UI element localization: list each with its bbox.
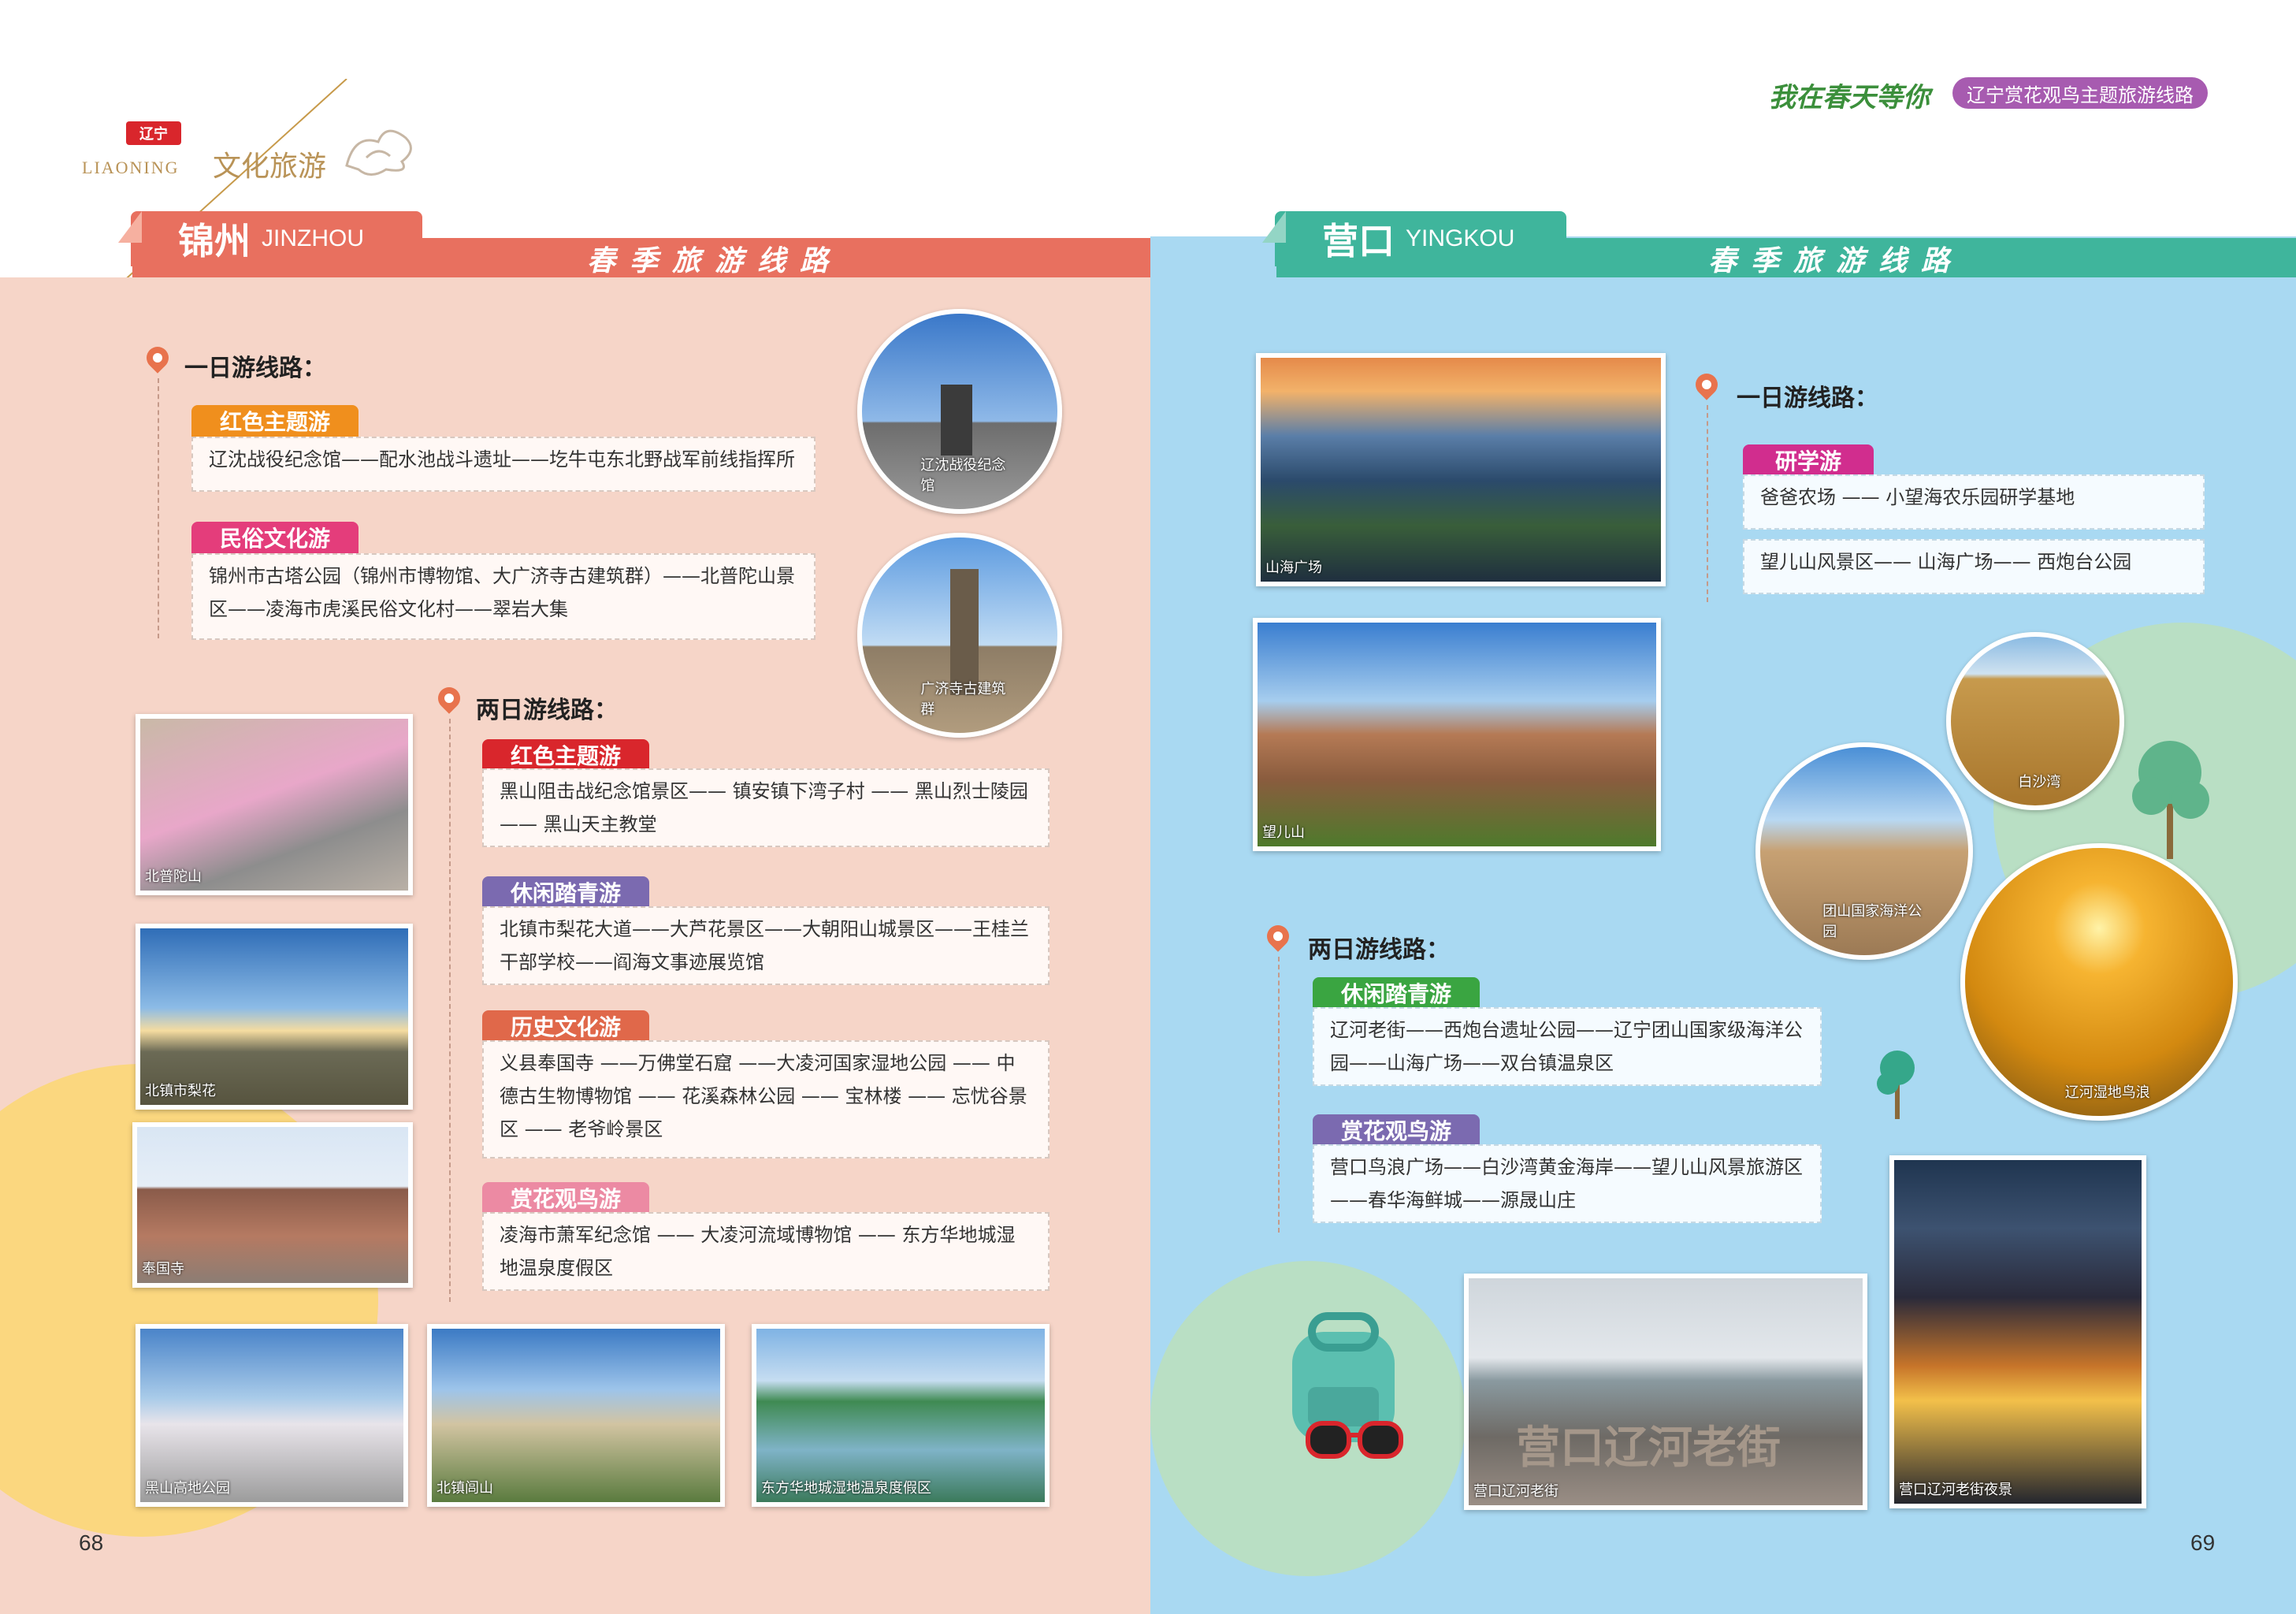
photo-wetland-resort: 东方华地城湿地温泉度假区 bbox=[752, 1324, 1050, 1507]
right-season-title: 春季旅游线路 bbox=[1708, 244, 1964, 277]
tree-icon-small bbox=[1877, 1051, 1915, 1119]
tree-icon bbox=[2132, 741, 2209, 859]
right-city-tab: 营口 YINGKOU bbox=[1275, 211, 1566, 266]
photo-beizhen-pear: 北镇市梨花 bbox=[136, 924, 413, 1110]
left-route-red-theme: 辽沈战役纪念馆——配水池战斗遗址——圪牛屯东北野战军前线指挥所 bbox=[191, 437, 815, 492]
right-page-number: 69 bbox=[2190, 1530, 2216, 1555]
photo-shanhai-square: 山海广场 bbox=[1256, 353, 1666, 586]
photo-heishan-park: 黑山高地公园 bbox=[136, 1324, 408, 1507]
photo-caption: 北镇闾山 bbox=[437, 1480, 493, 1497]
right-two-day-title: 两日游线路： bbox=[1308, 936, 1450, 964]
logo-text: 文化旅游 bbox=[213, 151, 327, 183]
left-route-history: 义县奉国寺 ——万佛堂石窟 ——大凌河国家湿地公园 —— 中德古生物博物馆 ——… bbox=[482, 1040, 1050, 1158]
street-sign: 营口辽河老街 bbox=[1516, 1422, 1781, 1474]
left-city-en: JINZHOU bbox=[262, 225, 364, 251]
photo-caption: 团山国家海洋公园 bbox=[1822, 903, 1923, 940]
photo-caption: 北普陀山 bbox=[145, 868, 202, 885]
left-tag-history: 历史文化游 bbox=[482, 1010, 649, 1042]
right-tag-flower-bird: 赏花观鸟游 bbox=[1313, 1114, 1480, 1146]
left-two-day-dashline bbox=[449, 719, 451, 1302]
left-route-red-theme-2: 黑山阻击战纪念馆景区—— 镇安镇下湾子村 —— 黑山烈士陵园 —— 黑山天主教堂 bbox=[482, 768, 1050, 847]
header-logo: 辽宁 LIAONING 文化旅游 bbox=[79, 79, 457, 308]
left-one-day-title: 一日游线路： bbox=[184, 355, 326, 382]
left-route-folk-culture: 锦州市古塔公园（锦州市博物馆、大广济寺古建筑群）——北普陀山景区——凌海市虎溪民… bbox=[191, 553, 815, 640]
right-tag-leisure: 休闲踏青游 bbox=[1313, 977, 1480, 1009]
left-one-day-dashline bbox=[158, 378, 159, 638]
left-two-day-title: 两日游线路： bbox=[476, 697, 618, 724]
photo-caption: 北镇市梨花 bbox=[145, 1083, 216, 1099]
left-city-cn: 锦州 bbox=[178, 220, 251, 262]
photo-fengguo-temple: 奉国寺 bbox=[132, 1122, 413, 1288]
photo-beizhen-lvshan: 北镇闾山 bbox=[427, 1324, 725, 1507]
photo-tuanshan-park: 团山国家海洋公园 bbox=[1755, 742, 1973, 960]
photo-caption: 山海广场 bbox=[1265, 560, 1322, 576]
right-route-study-1: 爸爸农场 —— 小望海农乐园研学基地 bbox=[1743, 474, 2205, 530]
left-tag-leisure: 休闲踏青游 bbox=[482, 876, 649, 908]
right-route-leisure: 辽河老街——西炮台遗址公园——辽宁团山国家级海洋公园——山海广场——双台镇温泉区 bbox=[1313, 1007, 1822, 1086]
photo-wanger-mountain: 望儿山 bbox=[1253, 618, 1661, 851]
photo-caption: 辽河湿地鸟浪 bbox=[2064, 1084, 2150, 1101]
photo-beiputuo: 北普陀山 bbox=[136, 714, 413, 895]
left-page-number: 68 bbox=[79, 1530, 104, 1555]
left-tag-red-theme-2: 红色主题游 bbox=[482, 739, 649, 771]
photo-caption: 辽沈战役纪念馆 bbox=[920, 457, 1006, 494]
photo-caption: 营口辽河老街 bbox=[1473, 1483, 1559, 1500]
right-route-flower-bird: 营口鸟浪广场——白沙湾黄金海岸——望儿山风景旅游区——春华海鲜城——源晟山庄 bbox=[1313, 1144, 1822, 1223]
left-city-tab: 锦州 JINZHOU bbox=[131, 211, 422, 266]
photo-caption: 东方华地城湿地温泉度假区 bbox=[761, 1480, 931, 1497]
left-tag-red-theme: 红色主题游 bbox=[191, 405, 359, 437]
photo-caption: 黑山高地公园 bbox=[145, 1480, 230, 1497]
cloud-icon bbox=[345, 129, 412, 176]
right-tag-study: 研学游 bbox=[1743, 444, 1874, 476]
right-one-day-dashline bbox=[1707, 405, 1708, 602]
right-one-day-title: 一日游线路： bbox=[1737, 385, 1878, 412]
left-tag-folk-culture: 民俗文化游 bbox=[191, 522, 359, 553]
photo-liaohe-birds: 辽河湿地鸟浪 bbox=[1960, 843, 2238, 1121]
photo-liaohe-old-street: 营口辽河老街 营口辽河老街 bbox=[1464, 1274, 1867, 1510]
logo-en: LIAONING bbox=[82, 158, 180, 177]
left-page-curl bbox=[118, 211, 142, 243]
photo-caption: 望儿山 bbox=[1262, 824, 1305, 841]
left-tag-flower-bird: 赏花观鸟游 bbox=[482, 1182, 649, 1214]
logo-seal: 辽宁 bbox=[126, 121, 181, 145]
sunglasses-icon bbox=[1306, 1421, 1403, 1459]
left-season-title: 春季旅游线路 bbox=[587, 244, 843, 277]
right-city-en: YINGKOU bbox=[1406, 225, 1515, 251]
left-route-leisure: 北镇市梨花大道——大芦花景区——大朝阳山城景区——王桂兰干部学校——阎海文事迹展… bbox=[482, 906, 1050, 985]
photo-baishawan: 白沙湾 bbox=[1946, 632, 2124, 810]
photo-guangji-temple: 广济寺古建筑群 bbox=[857, 533, 1062, 738]
right-route-study-2: 望儿山风景区—— 山海广场—— 西炮台公园 bbox=[1743, 539, 2205, 594]
photo-caption: 营口辽河老街夜景 bbox=[1899, 1482, 2012, 1498]
left-route-flower-bird: 凌海市萧军纪念馆 —— 大凌河流域博物馆 —— 东方华地城湿地温泉度假区 bbox=[482, 1212, 1050, 1291]
theme-badge: 辽宁赏花观鸟主题旅游线路 bbox=[1952, 77, 2208, 109]
photo-caption: 广济寺古建筑群 bbox=[920, 681, 1006, 718]
right-city-cn: 营口 bbox=[1322, 220, 1395, 262]
right-page-curl bbox=[1262, 211, 1286, 243]
right-two-day-dashline bbox=[1278, 957, 1280, 1233]
photo-caption: 奉国寺 bbox=[142, 1261, 184, 1277]
photo-caption: 白沙湾 bbox=[2018, 774, 2061, 790]
photo-liaoshen-memorial: 辽沈战役纪念馆 bbox=[857, 309, 1062, 514]
photo-liaohe-night: 营口辽河老街夜景 bbox=[1889, 1155, 2146, 1508]
slogan: 我在春天等你 bbox=[1769, 82, 1930, 113]
